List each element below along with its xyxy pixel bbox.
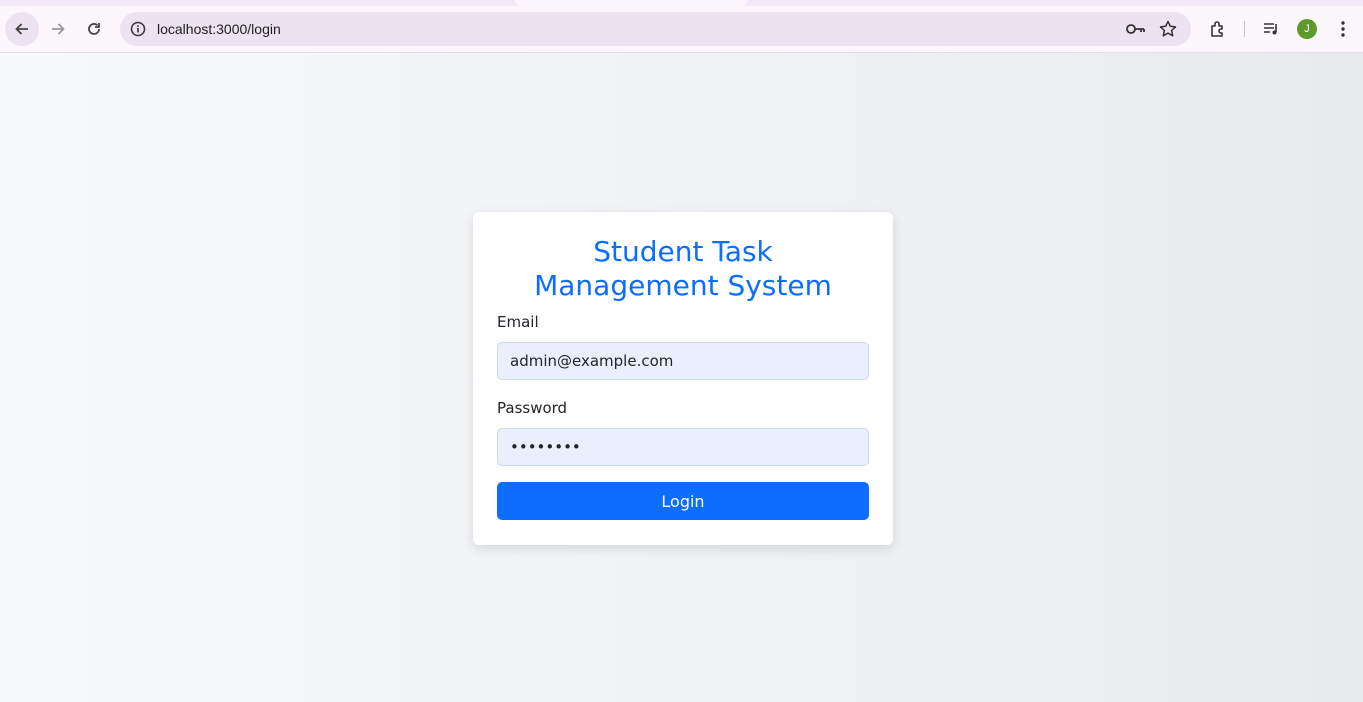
- login-card: Student Task Management System Email Pas…: [473, 212, 893, 545]
- media-control-icon: [1264, 23, 1277, 35]
- address-bar[interactable]: localhost:3000/login: [120, 12, 1191, 46]
- media-control-button[interactable]: [1254, 12, 1288, 46]
- email-label: Email: [497, 313, 539, 331]
- back-arrow-icon: [15, 23, 28, 35]
- kebab-menu-icon: [1341, 21, 1345, 37]
- back-button[interactable]: [5, 12, 39, 46]
- password-field[interactable]: [497, 428, 869, 466]
- site-info-icon[interactable]: [129, 20, 147, 38]
- avatar: J: [1297, 19, 1317, 39]
- reload-icon: [88, 23, 100, 35]
- bookmark-star-icon[interactable]: [1158, 19, 1178, 39]
- page-title: Student Task Management System: [534, 235, 832, 302]
- extensions-button[interactable]: [1201, 12, 1235, 46]
- browser-menu-button[interactable]: [1326, 12, 1360, 46]
- forward-button[interactable]: [41, 12, 75, 46]
- url-text[interactable]: localhost:3000/login: [157, 21, 281, 37]
- reload-button[interactable]: [77, 12, 111, 46]
- toolbar-divider: [1244, 21, 1245, 37]
- login-button[interactable]: Login: [497, 482, 869, 520]
- browser-toolbar: localhost:3000/login J: [0, 6, 1363, 53]
- password-label: Password: [497, 399, 568, 417]
- extensions-icon: [1211, 21, 1223, 37]
- profile-button[interactable]: J: [1290, 12, 1324, 46]
- email-field[interactable]: [497, 342, 869, 380]
- password-key-icon[interactable]: [1125, 20, 1147, 38]
- forward-arrow-icon: [52, 23, 65, 35]
- page-viewport: Student Task Management System Email Pas…: [0, 53, 1363, 702]
